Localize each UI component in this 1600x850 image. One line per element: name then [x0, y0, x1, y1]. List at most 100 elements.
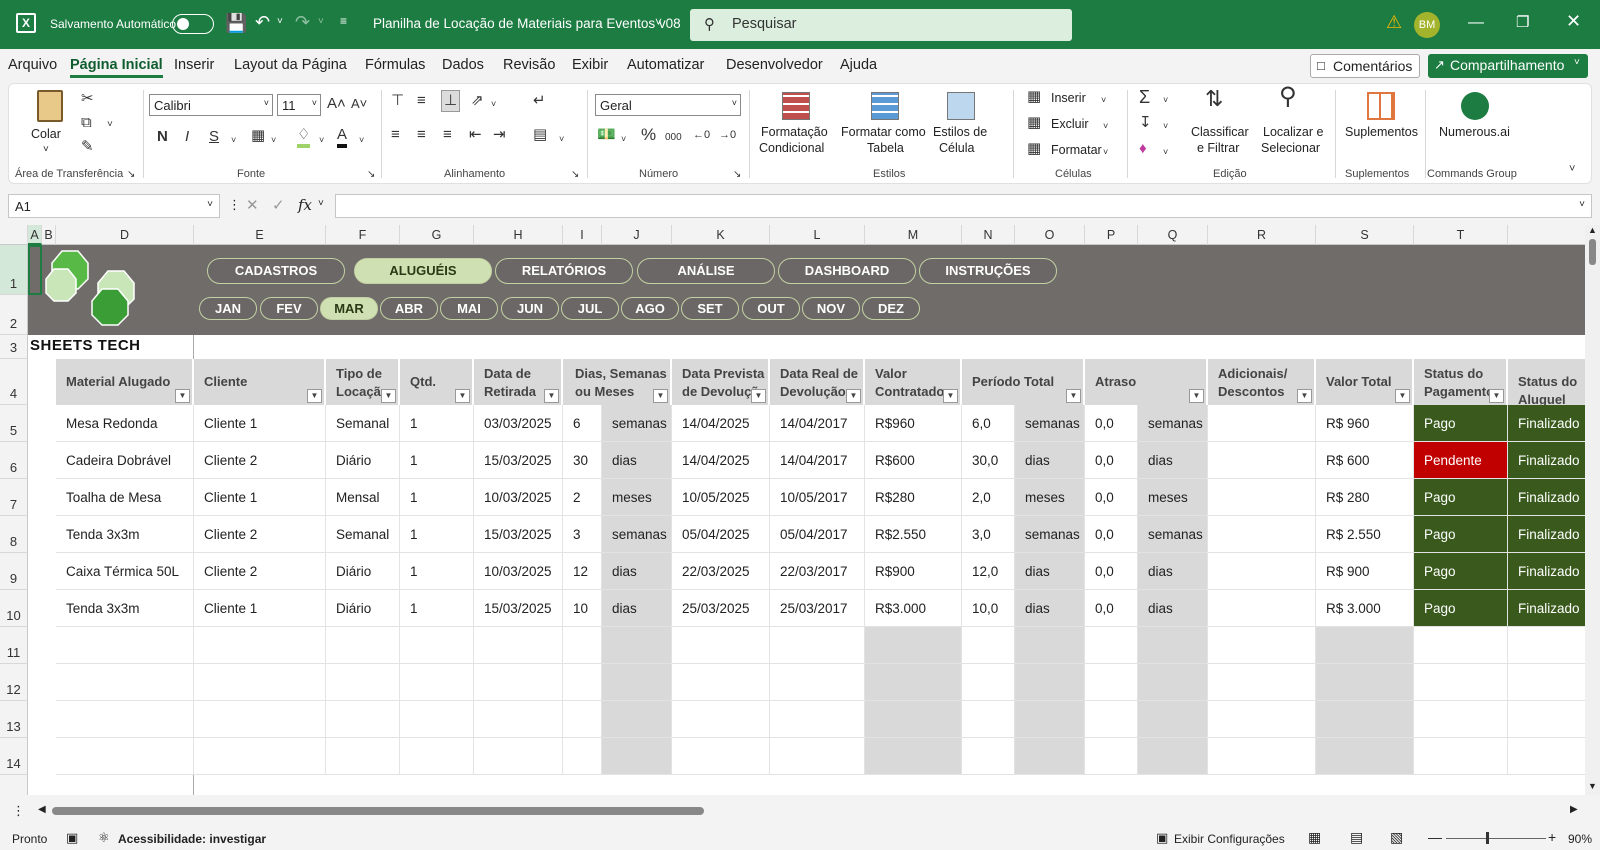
month-jun[interactable]: JUN: [501, 297, 559, 320]
align-middle-icon[interactable]: ≡: [417, 92, 426, 110]
cell-periodo-unidade[interactable]: [1015, 664, 1085, 701]
cell-valor-total[interactable]: R$ 960: [1316, 405, 1414, 442]
cell-atraso-unidade[interactable]: dias: [1138, 553, 1208, 590]
month-ago[interactable]: AGO: [621, 297, 679, 320]
cell-retirada[interactable]: 15/03/2025: [474, 516, 563, 553]
row-header-5[interactable]: 5: [0, 405, 28, 442]
fill-color-icon[interactable]: ♢: [297, 126, 311, 148]
cell-cliente[interactable]: Cliente 1: [194, 479, 326, 516]
cell-status-aluguel[interactable]: Finalizado: [1508, 479, 1585, 516]
align-top-icon[interactable]: ⊤: [391, 92, 404, 110]
clear-dropdown-icon[interactable]: ˅: [1163, 143, 1168, 161]
cell-status-aluguel[interactable]: [1508, 664, 1585, 701]
cell-dias[interactable]: [563, 664, 602, 701]
cell-valor[interactable]: R$900: [865, 553, 962, 590]
nav-tab-cadastros[interactable]: CADASTROS: [207, 258, 345, 284]
cell-adicionais[interactable]: [1208, 627, 1316, 664]
cell-material[interactable]: [56, 664, 194, 701]
cell-unidade[interactable]: [602, 664, 672, 701]
filter-dropdown-icon[interactable]: ▼: [544, 389, 559, 403]
row-header-1[interactable]: 1: [0, 245, 28, 295]
cell-qtd[interactable]: 1: [400, 405, 474, 442]
font-launcher-icon[interactable]: ↘: [367, 166, 375, 184]
cell-dias[interactable]: 30: [563, 442, 602, 479]
number-launcher-icon[interactable]: ↘: [733, 166, 741, 184]
formula-expand-icon[interactable]: ˅: [1579, 199, 1585, 210]
cell-material[interactable]: Tenda 3x3m: [56, 590, 194, 627]
cell-tipo[interactable]: Mensal: [326, 479, 400, 516]
cell-atraso[interactable]: 0,0: [1085, 442, 1138, 479]
cell-retirada[interactable]: 03/03/2025: [474, 405, 563, 442]
zoom-in-icon[interactable]: +: [1548, 829, 1556, 845]
col-header-A[interactable]: A: [28, 225, 42, 245]
nav-tab-dashboard[interactable]: DASHBOARD: [778, 258, 916, 284]
menu-desenvolvedor[interactable]: Desenvolvedor: [726, 57, 823, 73]
cell-atraso[interactable]: [1085, 738, 1138, 775]
align-bottom-icon[interactable]: ⊥: [441, 90, 461, 112]
cell-valor-total[interactable]: [1316, 664, 1414, 701]
grow-font-icon[interactable]: A˄: [327, 95, 346, 113]
fill-icon[interactable]: ↧: [1139, 114, 1152, 132]
underline-icon[interactable]: S: [209, 128, 219, 146]
nav-tab-alugueis[interactable]: ALUGUÉIS: [354, 258, 492, 284]
cell-unidade[interactable]: dias: [602, 553, 672, 590]
cell-adicionais[interactable]: [1208, 442, 1316, 479]
cell-tipo[interactable]: Diário: [326, 590, 400, 627]
clipboard-launcher-icon[interactable]: ↘: [127, 166, 135, 184]
filter-dropdown-icon[interactable]: ▼: [1489, 389, 1504, 403]
customize-toolbar-icon[interactable]: ≡: [340, 14, 347, 28]
cell-material[interactable]: Mesa Redonda: [56, 405, 194, 442]
cell-prevista[interactable]: 05/04/2025: [672, 516, 770, 553]
cell-unidade[interactable]: dias: [602, 590, 672, 627]
cell-periodo-unidade[interactable]: dias: [1015, 553, 1085, 590]
row-header-9[interactable]: 9: [0, 553, 28, 590]
filter-dropdown-icon[interactable]: ▼: [1066, 389, 1081, 403]
align-center-icon[interactable]: ≡: [417, 126, 426, 144]
cell-adicionais[interactable]: [1208, 738, 1316, 775]
cell-status-pagamento[interactable]: Pago: [1414, 405, 1508, 442]
format-dropdown-icon[interactable]: ˅: [1103, 143, 1108, 161]
zoom-slider[interactable]: [1446, 832, 1546, 844]
month-mar[interactable]: MAR: [320, 297, 378, 320]
scroll-up-icon[interactable]: ▲: [1588, 225, 1597, 235]
cell-prevista[interactable]: [672, 701, 770, 738]
cell-atraso[interactable]: 0,0: [1085, 479, 1138, 516]
filter-dropdown-icon[interactable]: ▼: [175, 389, 190, 403]
cell-cliente[interactable]: Cliente 2: [194, 442, 326, 479]
macro-record-icon[interactable]: ▣: [66, 830, 78, 846]
cancel-icon[interactable]: ✕: [246, 196, 259, 214]
cell-prevista[interactable]: 14/04/2025: [672, 442, 770, 479]
cell-prevista[interactable]: 25/03/2025: [672, 590, 770, 627]
cell-atraso-unidade[interactable]: dias: [1138, 590, 1208, 627]
page-break-icon[interactable]: ▧: [1390, 829, 1403, 846]
close-icon[interactable]: ✕: [1566, 11, 1581, 32]
cell-status-aluguel[interactable]: Finalizado: [1508, 553, 1585, 590]
cell-valor[interactable]: R$960: [865, 405, 962, 442]
cell-periodo-unidade[interactable]: [1015, 701, 1085, 738]
cell-valor-total[interactable]: R$ 3.000: [1316, 590, 1414, 627]
undo-dropdown-icon[interactable]: ˅: [277, 16, 283, 27]
cell-periodo[interactable]: 12,0: [962, 553, 1015, 590]
cell-unidade[interactable]: [602, 701, 672, 738]
cell-material[interactable]: [56, 738, 194, 775]
cell-cliente[interactable]: [194, 664, 326, 701]
font-color-icon[interactable]: A: [337, 126, 348, 148]
menu-automatizar[interactable]: Automatizar: [627, 57, 704, 73]
cell-periodo[interactable]: [962, 738, 1015, 775]
cell-periodo-unidade[interactable]: [1015, 627, 1085, 664]
comments-button[interactable]: □ Comentários: [1310, 54, 1420, 78]
cell-atraso-unidade[interactable]: [1138, 664, 1208, 701]
page-layout-icon[interactable]: ▤: [1350, 829, 1363, 846]
title-chevron-icon[interactable]: ˅: [655, 15, 662, 29]
filter-dropdown-icon[interactable]: ▼: [943, 389, 958, 403]
month-abr[interactable]: ABR: [380, 297, 438, 320]
menu-formulas[interactable]: Fórmulas: [365, 57, 425, 73]
cell-material[interactable]: Toalha de Mesa: [56, 479, 194, 516]
col-header-K[interactable]: K: [672, 225, 770, 245]
col-header-H[interactable]: H: [474, 225, 563, 245]
scroll-left-icon[interactable]: ◀: [38, 804, 46, 815]
cell-real[interactable]: 22/03/2017: [770, 553, 865, 590]
more-options-icon[interactable]: ⋮: [228, 197, 241, 213]
cell-qtd[interactable]: 1: [400, 479, 474, 516]
col-header-P[interactable]: P: [1085, 225, 1138, 245]
